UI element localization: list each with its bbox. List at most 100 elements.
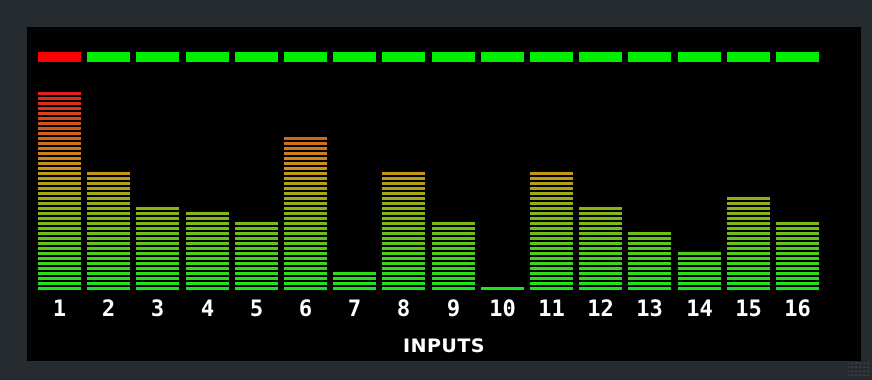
level-segment (432, 237, 475, 240)
level-segment (776, 227, 819, 230)
level-segment (284, 142, 327, 145)
level-segment (432, 222, 475, 225)
level-segment (38, 147, 81, 150)
level-segment (38, 162, 81, 165)
level-segment (678, 267, 721, 270)
channel-label-4: 4 (200, 297, 215, 322)
level-segment (186, 242, 229, 245)
level-segment (284, 177, 327, 180)
level-segment (432, 232, 475, 235)
level-segment (579, 237, 622, 240)
level-segment (579, 267, 622, 270)
level-segment (776, 272, 819, 275)
level-segment (87, 172, 130, 175)
level-bar-9 (432, 220, 475, 290)
level-segment (186, 272, 229, 275)
level-segment (776, 232, 819, 235)
level-segment (38, 272, 81, 275)
level-segment (38, 192, 81, 195)
level-segment (530, 187, 573, 190)
level-segment (727, 202, 770, 205)
level-segment (382, 217, 425, 220)
level-segment (530, 252, 573, 255)
level-segment (776, 237, 819, 240)
level-segment (727, 247, 770, 250)
level-segment (382, 242, 425, 245)
level-bar-15 (727, 195, 770, 290)
level-bar-8 (382, 170, 425, 290)
level-segment (284, 257, 327, 260)
level-segment (284, 262, 327, 265)
level-bar-6 (284, 135, 327, 290)
clip-indicator-3 (136, 52, 179, 62)
level-segment (186, 232, 229, 235)
level-segment (382, 262, 425, 265)
level-segment (136, 242, 179, 245)
level-segment (382, 252, 425, 255)
level-segment (481, 287, 524, 290)
level-segment (382, 182, 425, 185)
level-segment (186, 287, 229, 290)
level-segment (284, 137, 327, 140)
level-segment (136, 257, 179, 260)
level-segment (579, 262, 622, 265)
level-segment (432, 242, 475, 245)
level-segment (628, 267, 671, 270)
level-segment (382, 232, 425, 235)
level-segment (38, 132, 81, 135)
level-segment (38, 177, 81, 180)
level-segment (38, 252, 81, 255)
channel-label-14: 14 (686, 297, 713, 322)
level-segment (284, 167, 327, 170)
level-segment (432, 227, 475, 230)
level-segment (38, 97, 81, 100)
level-segment (136, 222, 179, 225)
level-segment (87, 207, 130, 210)
level-segment (38, 217, 81, 220)
level-segment (284, 247, 327, 250)
level-segment (530, 177, 573, 180)
level-segment (136, 252, 179, 255)
level-segment (727, 212, 770, 215)
level-segment (38, 112, 81, 115)
level-segment (530, 257, 573, 260)
level-segment (38, 137, 81, 140)
resize-grip-icon[interactable] (848, 360, 870, 378)
level-segment (284, 157, 327, 160)
level-segment (87, 227, 130, 230)
level-segment (136, 262, 179, 265)
level-segment (727, 252, 770, 255)
level-segment (530, 207, 573, 210)
level-segment (382, 222, 425, 225)
level-segment (186, 222, 229, 225)
level-segment (333, 287, 376, 290)
level-segment (333, 282, 376, 285)
level-segment (87, 282, 130, 285)
level-segment (579, 207, 622, 210)
level-segment (186, 267, 229, 270)
level-segment (87, 257, 130, 260)
level-segment (579, 212, 622, 215)
level-segment (186, 237, 229, 240)
level-segment (136, 247, 179, 250)
level-segment (382, 212, 425, 215)
level-segment (38, 122, 81, 125)
level-bar-16 (776, 220, 819, 290)
level-segment (284, 152, 327, 155)
clip-indicator-15 (727, 52, 770, 62)
channel-label-3: 3 (150, 297, 165, 322)
level-segment (136, 227, 179, 230)
clip-indicator-13 (628, 52, 671, 62)
level-segment (382, 287, 425, 290)
clip-indicator-2 (87, 52, 130, 62)
level-segment (678, 262, 721, 265)
level-segment (136, 217, 179, 220)
channel-label-9: 9 (446, 297, 461, 322)
clip-indicator-11 (530, 52, 573, 62)
level-segment (382, 272, 425, 275)
level-segment (235, 242, 278, 245)
level-bar-2 (87, 170, 130, 290)
level-segment (628, 277, 671, 280)
input-meter-panel: INPUTS 1 2 3 4 5 6 7 8 9 10 11 12 13 14 15 16 (27, 27, 861, 361)
level-segment (38, 92, 81, 95)
